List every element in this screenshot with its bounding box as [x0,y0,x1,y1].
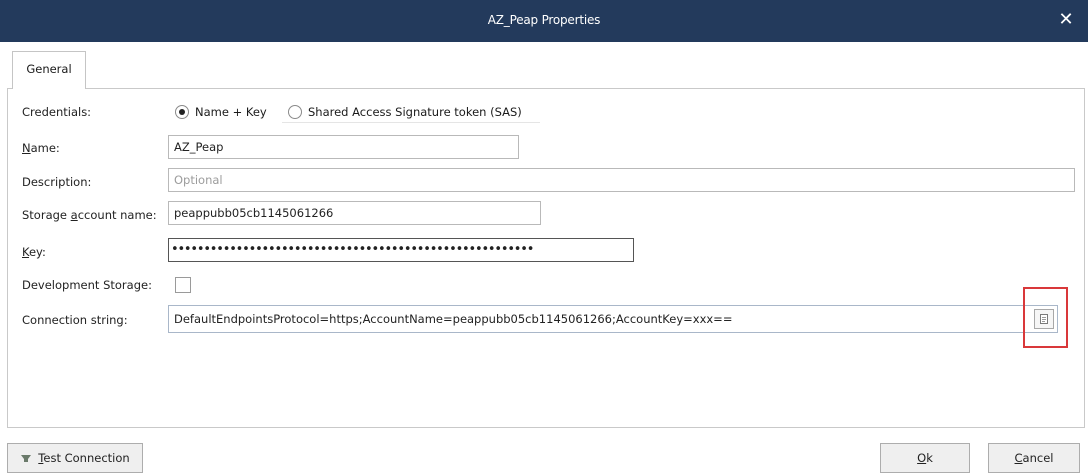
radio-name-key-label: Name + Key [195,105,267,119]
name-label: Name: [22,141,60,155]
key-label-accesskey: K [22,245,29,259]
radio-unselected-indicator [288,105,302,119]
development-storage-label: Development Storage: [22,278,152,292]
description-label: Description: [22,175,92,189]
storage-account-label-accesskey: a [70,208,78,222]
credentials-label: Credentials: [22,105,92,119]
description-input[interactable]: Optional [168,168,1075,192]
test-connection-button[interactable]: Test Connection [7,443,143,473]
close-button[interactable]: ✕ [1054,9,1078,33]
key-input[interactable]: ••••••••••••••••••••••••••••••••••••••••… [168,238,634,262]
test-connection-label: Test Connection [38,451,129,465]
radio-name-key[interactable]: Name + Key [175,102,267,122]
cancel-label-rest: ancel [1022,451,1054,465]
key-label-rest: ey: [28,245,46,259]
ok-label-rest: k [926,451,933,465]
window-title: AZ_Peap Properties [487,13,601,27]
cancel-label: Cancel [1015,451,1054,465]
connection-string-input[interactable]: DefaultEndpointsProtocol=https;AccountNa… [168,305,1058,333]
cancel-accesskey: C [1014,451,1023,465]
ok-button[interactable]: Ok [880,443,970,473]
storage-account-label-pre: Storage [22,208,71,222]
ok-label: Ok [917,451,933,465]
storage-account-label: Storage account name: [22,208,157,222]
tab-strip: General [0,42,1088,89]
close-icon: ✕ [1058,9,1074,30]
connection-string-label: Connection string: [22,313,128,327]
storage-account-label-post: ccount name: [77,208,157,222]
name-label-rest: ame: [30,141,60,155]
key-label: Key: [22,245,46,259]
cancel-button[interactable]: Cancel [988,443,1080,473]
name-input[interactable]: AZ_Peap [168,135,519,159]
title-bar: AZ_Peap Properties ✕ [0,0,1088,42]
radio-group-divider [282,122,540,123]
radio-sas-token[interactable]: Shared Access Signature token (SAS) [288,102,522,122]
storage-account-input[interactable]: peappubb05cb1145061266 [168,201,541,225]
development-storage-checkbox[interactable] [175,277,191,293]
plug-icon [21,455,32,462]
radio-selected-indicator [175,105,189,119]
test-connection-label-rest: est Connection [43,451,130,465]
name-label-accesskey: N [22,141,31,155]
radio-sas-token-label: Shared Access Signature token (SAS) [308,105,522,119]
ok-accesskey: O [917,451,927,465]
tab-general[interactable]: General [12,51,86,89]
copy-connection-string-button[interactable] [1034,309,1054,329]
copy-clipboard-icon [1040,314,1048,324]
